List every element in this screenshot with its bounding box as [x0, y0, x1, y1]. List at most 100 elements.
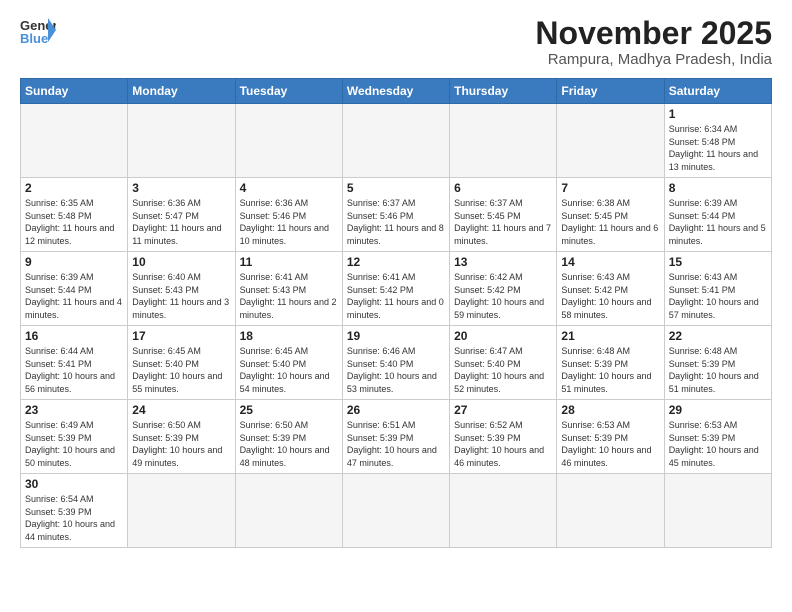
table-row: 18Sunrise: 6:45 AM Sunset: 5:40 PM Dayli…: [235, 326, 342, 400]
day-number: 14: [561, 255, 659, 269]
logo: General Blue: [20, 16, 56, 46]
table-row: [128, 474, 235, 547]
table-row: [128, 104, 235, 178]
day-info: Sunrise: 6:42 AM Sunset: 5:42 PM Dayligh…: [454, 271, 552, 321]
table-row: 16 Sunrise: 6:44 AM Sunset: 5:41 PM Dayli…: [21, 326, 128, 400]
day-number: 20: [454, 329, 552, 343]
table-row: 6Sunrise: 6:37 AM Sunset: 5:45 PM Daylig…: [450, 178, 557, 252]
day-number: 12: [347, 255, 445, 269]
table-row: [664, 474, 771, 547]
day-info: Sunrise: 6:43 AM Sunset: 5:41 PM Dayligh…: [669, 271, 767, 321]
table-row: 22Sunrise: 6:48 AM Sunset: 5:39 PM Dayli…: [664, 326, 771, 400]
table-row: 27 Sunrise: 6:52 AM Sunset: 5:39 PM Dayli…: [450, 400, 557, 474]
table-row: [450, 474, 557, 547]
table-row: [21, 104, 128, 178]
page: General Blue November 2025 Rampura, Madh…: [0, 0, 792, 558]
day-info: Sunrise: 6:41 AM Sunset: 5:43 PM Dayligh…: [240, 271, 338, 321]
table-row: 8 Sunrise: 6:39 AM Sunset: 5:44 PM Daylig…: [664, 178, 771, 252]
day-info: Sunrise: 6:39 AM Sunset: 5:44 PM Dayligh…: [25, 271, 123, 321]
table-row: 13 Sunrise: 6:42 AM Sunset: 5:42 PM Dayli…: [450, 252, 557, 326]
calendar-body: 1 Sunrise: 6:34 AM Sunset: 5:48 PM Daylig…: [21, 104, 772, 547]
table-row: [450, 104, 557, 178]
table-row: [235, 474, 342, 547]
day-number: 9: [25, 255, 123, 269]
month-title: November 2025: [535, 16, 772, 51]
day-info: Sunrise: 6:41 AM Sunset: 5:42 PM Dayligh…: [347, 271, 445, 321]
table-row: [342, 474, 449, 547]
table-row: 4 Sunrise: 6:36 AM Sunset: 5:46 PM Daylig…: [235, 178, 342, 252]
calendar-week-1: 2 Sunrise: 6:35 AM Sunset: 5:48 PM Daylig…: [21, 178, 772, 252]
col-friday: Friday: [557, 79, 664, 104]
col-tuesday: Tuesday: [235, 79, 342, 104]
day-info: Sunrise: 6:50 AM Sunset: 5:39 PM Dayligh…: [132, 419, 230, 469]
table-row: 2 Sunrise: 6:35 AM Sunset: 5:48 PM Daylig…: [21, 178, 128, 252]
location: Rampura, Madhya Pradesh, India: [535, 51, 772, 68]
table-row: [557, 104, 664, 178]
table-row: [342, 104, 449, 178]
day-number: 26: [347, 403, 445, 417]
day-info: Sunrise: 6:53 AM Sunset: 5:39 PM Dayligh…: [669, 419, 767, 469]
day-info: Sunrise: 6:37 AM Sunset: 5:45 PM Dayligh…: [454, 197, 552, 247]
day-info: Sunrise: 6:53 AM Sunset: 5:39 PM Dayligh…: [561, 419, 659, 469]
calendar-week-2: 9 Sunrise: 6:39 AM Sunset: 5:44 PM Daylig…: [21, 252, 772, 326]
table-row: 1 Sunrise: 6:34 AM Sunset: 5:48 PM Daylig…: [664, 104, 771, 178]
day-number: 25: [240, 403, 338, 417]
day-number: 19: [347, 329, 445, 343]
col-saturday: Saturday: [664, 79, 771, 104]
calendar-week-4: 23Sunrise: 6:49 AM Sunset: 5:39 PM Dayli…: [21, 400, 772, 474]
table-row: [235, 104, 342, 178]
day-info: Sunrise: 6:38 AM Sunset: 5:45 PM Dayligh…: [561, 197, 659, 247]
day-info: Sunrise: 6:49 AM Sunset: 5:39 PM Dayligh…: [25, 419, 123, 469]
calendar-table: Sunday Monday Tuesday Wednesday Thursday…: [20, 78, 772, 547]
table-row: 23Sunrise: 6:49 AM Sunset: 5:39 PM Dayli…: [21, 400, 128, 474]
table-row: 26Sunrise: 6:51 AM Sunset: 5:39 PM Dayli…: [342, 400, 449, 474]
table-row: 5Sunrise: 6:37 AM Sunset: 5:46 PM Daylig…: [342, 178, 449, 252]
day-number: 22: [669, 329, 767, 343]
day-info: Sunrise: 6:39 AM Sunset: 5:44 PM Dayligh…: [669, 197, 767, 247]
table-row: 10 Sunrise: 6:40 AM Sunset: 5:43 PM Dayli…: [128, 252, 235, 326]
col-thursday: Thursday: [450, 79, 557, 104]
table-row: [557, 474, 664, 547]
title-block: November 2025 Rampura, Madhya Pradesh, I…: [535, 16, 772, 68]
day-number: 16: [25, 329, 123, 343]
day-number: 13: [454, 255, 552, 269]
calendar-week-0: 1 Sunrise: 6:34 AM Sunset: 5:48 PM Daylig…: [21, 104, 772, 178]
day-info: Sunrise: 6:35 AM Sunset: 5:48 PM Dayligh…: [25, 197, 123, 247]
day-info: Sunrise: 6:36 AM Sunset: 5:46 PM Dayligh…: [240, 197, 338, 247]
day-number: 5: [347, 181, 445, 195]
day-number: 8: [669, 181, 767, 195]
day-info: Sunrise: 6:50 AM Sunset: 5:39 PM Dayligh…: [240, 419, 338, 469]
header: General Blue November 2025 Rampura, Madh…: [20, 16, 772, 68]
day-number: 2: [25, 181, 123, 195]
table-row: 14 Sunrise: 6:43 AM Sunset: 5:42 PM Dayli…: [557, 252, 664, 326]
day-number: 4: [240, 181, 338, 195]
table-row: 25 Sunrise: 6:50 AM Sunset: 5:39 PM Dayli…: [235, 400, 342, 474]
day-number: 10: [132, 255, 230, 269]
day-number: 1: [669, 107, 767, 121]
day-info: Sunrise: 6:47 AM Sunset: 5:40 PM Dayligh…: [454, 345, 552, 395]
day-info: Sunrise: 6:44 AM Sunset: 5:41 PM Dayligh…: [25, 345, 123, 395]
day-number: 7: [561, 181, 659, 195]
table-row: 17Sunrise: 6:45 AM Sunset: 5:40 PM Dayli…: [128, 326, 235, 400]
day-info: Sunrise: 6:52 AM Sunset: 5:39 PM Dayligh…: [454, 419, 552, 469]
day-info: Sunrise: 6:43 AM Sunset: 5:42 PM Dayligh…: [561, 271, 659, 321]
day-number: 30: [25, 477, 123, 491]
table-row: 30Sunrise: 6:54 AM Sunset: 5:39 PM Dayli…: [21, 474, 128, 547]
day-number: 3: [132, 181, 230, 195]
table-row: 15Sunrise: 6:43 AM Sunset: 5:41 PM Dayli…: [664, 252, 771, 326]
day-info: Sunrise: 6:40 AM Sunset: 5:43 PM Dayligh…: [132, 271, 230, 321]
day-info: Sunrise: 6:34 AM Sunset: 5:48 PM Dayligh…: [669, 123, 767, 173]
svg-text:Blue: Blue: [20, 31, 48, 46]
day-number: 27: [454, 403, 552, 417]
day-number: 11: [240, 255, 338, 269]
table-row: 29Sunrise: 6:53 AM Sunset: 5:39 PM Dayli…: [664, 400, 771, 474]
day-info: Sunrise: 6:48 AM Sunset: 5:39 PM Dayligh…: [561, 345, 659, 395]
table-row: 7 Sunrise: 6:38 AM Sunset: 5:45 PM Daylig…: [557, 178, 664, 252]
day-info: Sunrise: 6:45 AM Sunset: 5:40 PM Dayligh…: [240, 345, 338, 395]
day-number: 24: [132, 403, 230, 417]
logo-icon: General Blue: [20, 16, 56, 46]
header-row: Sunday Monday Tuesday Wednesday Thursday…: [21, 79, 772, 104]
calendar-week-5: 30Sunrise: 6:54 AM Sunset: 5:39 PM Dayli…: [21, 474, 772, 547]
day-number: 17: [132, 329, 230, 343]
calendar-week-3: 16 Sunrise: 6:44 AM Sunset: 5:41 PM Dayli…: [21, 326, 772, 400]
